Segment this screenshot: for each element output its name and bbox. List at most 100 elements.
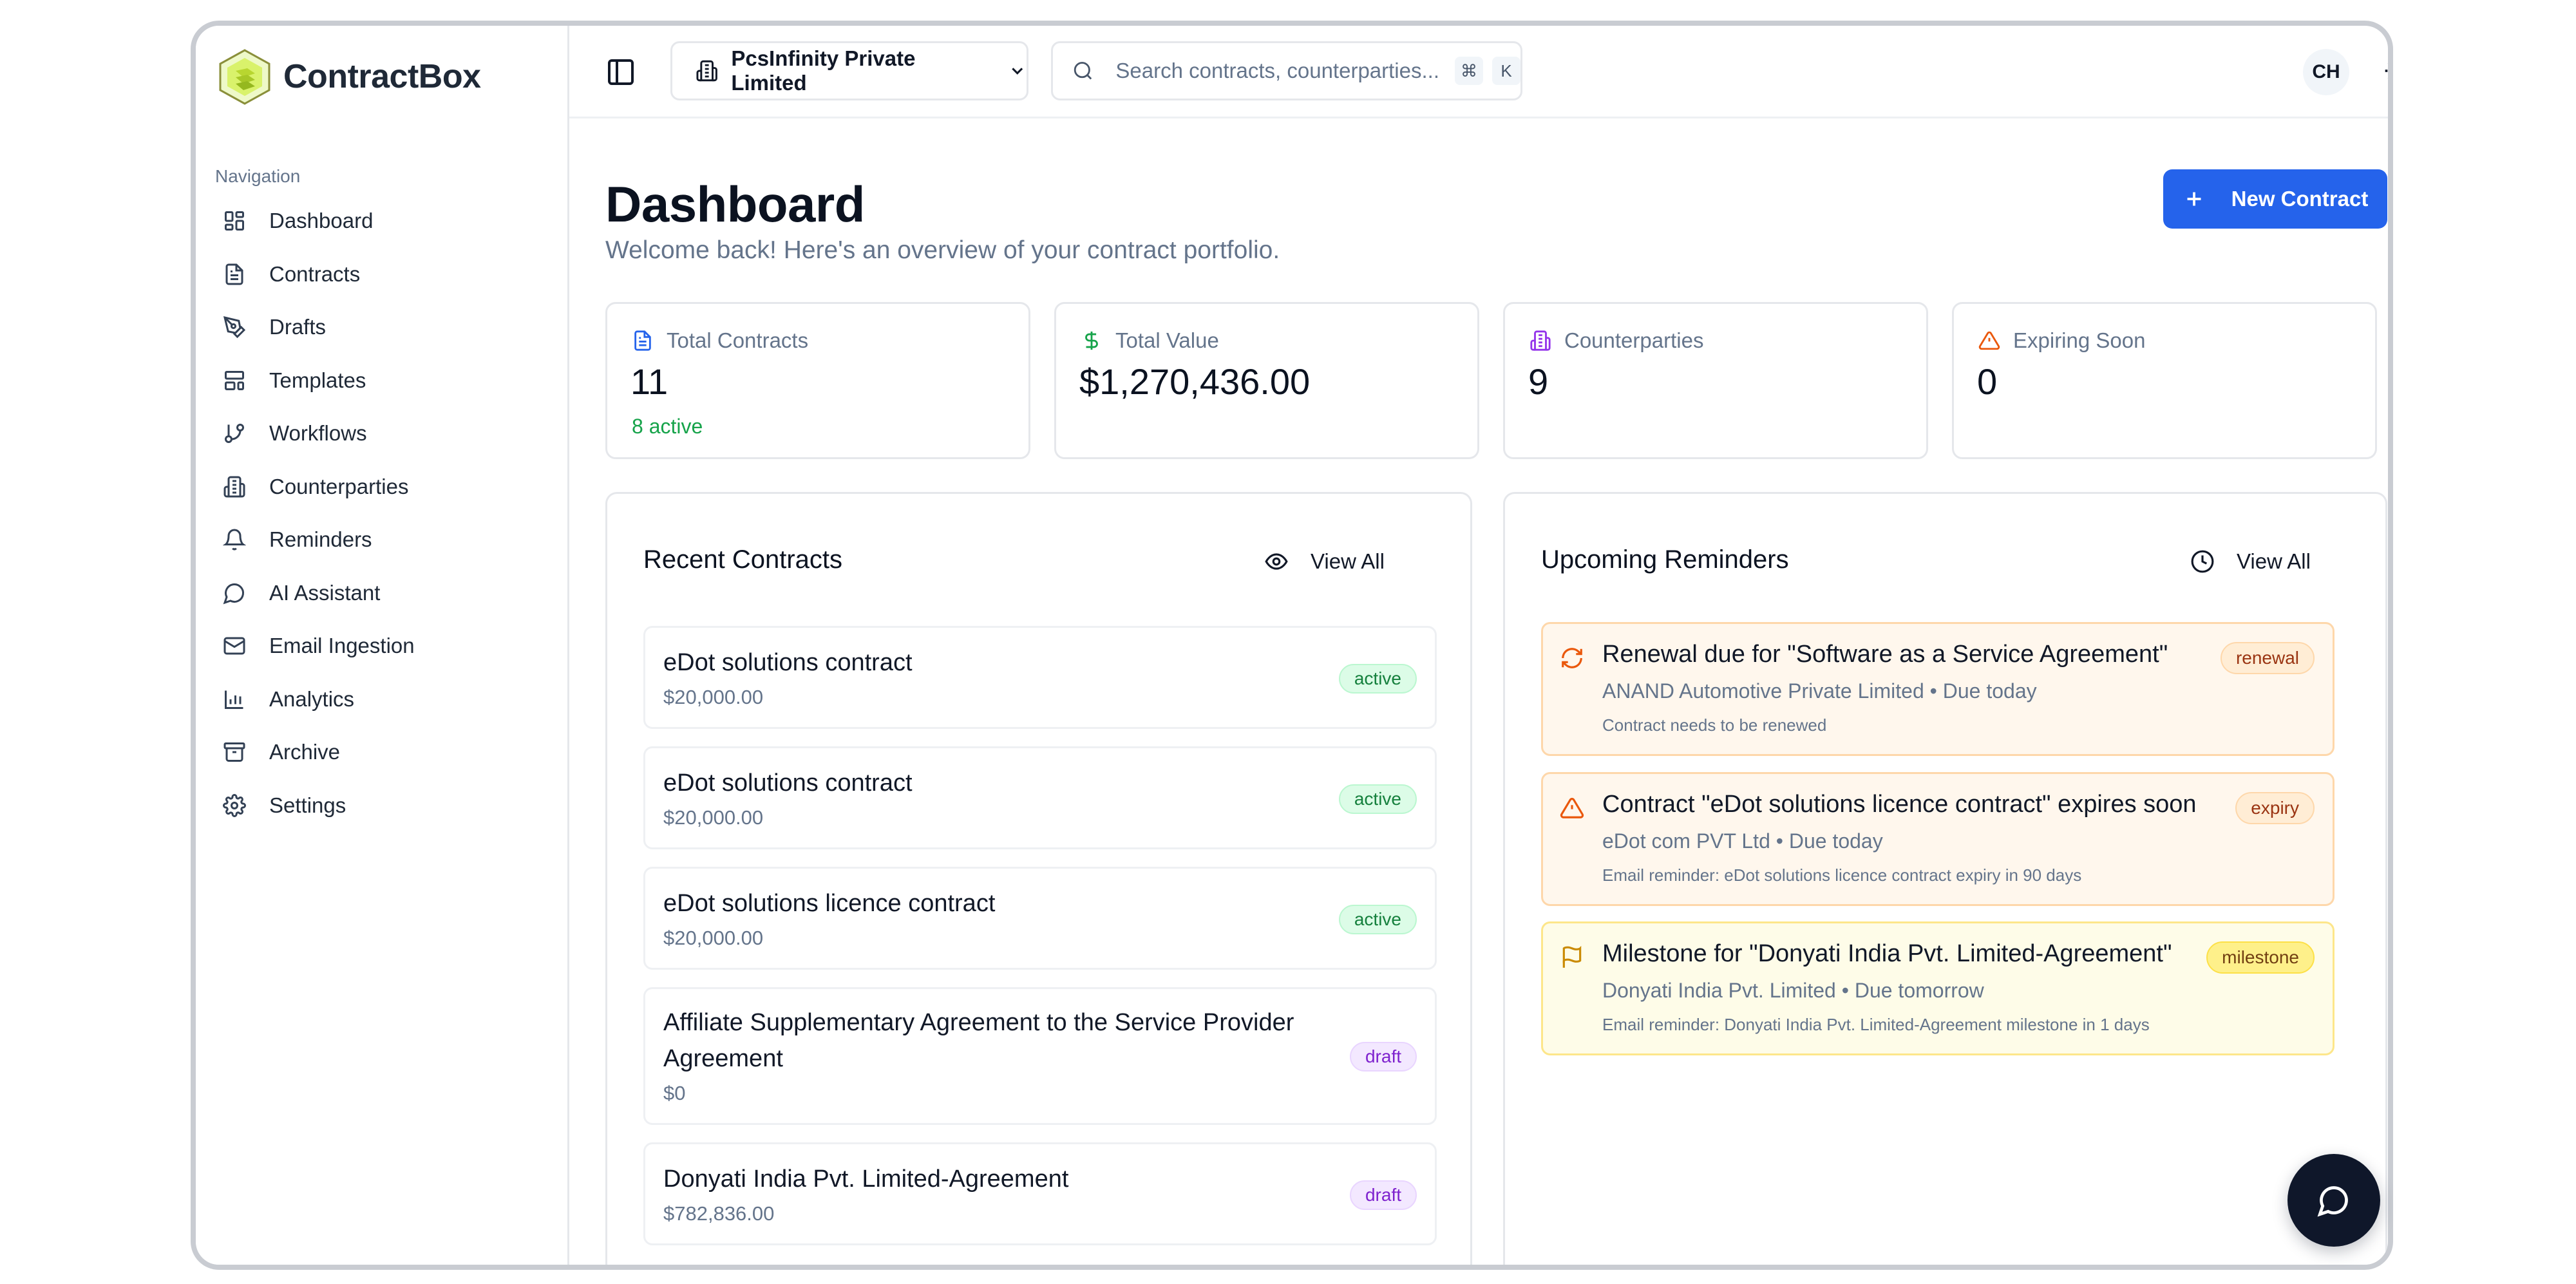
- contract-name: Donyati India Pvt. Limited-Agreement: [663, 1166, 1069, 1193]
- stat-card-counterparties[interactable]: Counterparties 9: [1503, 302, 1928, 459]
- recent-contracts-panel: Recent Contracts View All eDot solutions…: [605, 492, 1472, 1265]
- sidebar-item-archive[interactable]: Archive: [215, 726, 550, 779]
- contract-row[interactable]: Donyati India Pvt. Limited-Agreement $78…: [643, 1142, 1437, 1245]
- sidebar-item-analytics[interactable]: Analytics: [215, 673, 550, 726]
- sidebar-item-label: Archive: [269, 740, 341, 764]
- organization-select[interactable]: PcsInfinity Private Limited: [670, 41, 1028, 100]
- contract-row[interactable]: eDot solutions contract $20,000.00 activ…: [643, 626, 1437, 729]
- sidebar-item-templates[interactable]: Templates: [215, 354, 550, 408]
- view-all-label: View All: [1311, 549, 1385, 573]
- stat-value: $1,270,436.00: [1079, 361, 1311, 402]
- stat-sub: 8 active: [632, 415, 703, 438]
- reminder-item[interactable]: Milestone for "Donyati India Pvt. Limite…: [1541, 921, 2334, 1055]
- contract-name: eDot solutions contract: [663, 769, 913, 797]
- reminder-title: Renewal due for "Software as a Service A…: [1602, 641, 2168, 668]
- sidebar-item-settings[interactable]: Settings: [215, 779, 550, 833]
- sidebar: ContractBox Navigation Dashboard Contrac…: [196, 26, 569, 1265]
- reminder-item[interactable]: Renewal due for "Software as a Service A…: [1541, 622, 2334, 756]
- contract-row[interactable]: eDot solutions licence contract $20,000.…: [643, 867, 1437, 970]
- sidebar-toggle-icon[interactable]: [605, 57, 636, 88]
- stat-label-text: Expiring Soon: [2013, 328, 2146, 352]
- pen-tool-icon: [223, 316, 246, 339]
- bar-chart-icon: [225, 690, 243, 709]
- new-contract-button[interactable]: New Contract: [2163, 169, 2387, 229]
- reminder-meta: Donyati India Pvt. Limited • Due tomorro…: [1602, 979, 1984, 1002]
- message-circle-icon: [2317, 1186, 2348, 1217]
- building-icon: [223, 476, 245, 498]
- layout-grid-icon: [225, 211, 244, 231]
- view-all-contracts-button[interactable]: View All: [1264, 549, 1385, 574]
- sidebar-item-label: Dashboard: [269, 209, 374, 233]
- stat-label-text: Total Value: [1115, 328, 1219, 352]
- reminder-item[interactable]: Contract "eDot solutions licence contrac…: [1541, 772, 2334, 906]
- alert-triangle-icon: [1978, 331, 2000, 350]
- alert-triangle-icon: [1560, 798, 1584, 818]
- reminder-meta: eDot com PVT Ltd • Due today: [1602, 829, 1883, 853]
- sun-icon[interactable]: [2383, 57, 2393, 85]
- reminder-title: Contract "eDot solutions licence contrac…: [1602, 791, 2197, 818]
- layout-template-icon: [225, 370, 244, 390]
- contract-value: $20,000.00: [663, 806, 764, 829]
- view-all-label: View All: [2237, 549, 2311, 573]
- stat-card-total-contracts[interactable]: Total Contracts 11 8 active: [605, 302, 1030, 459]
- shortcut-key: ⌘: [1455, 57, 1483, 85]
- plus-icon: [2187, 192, 2201, 206]
- sidebar-item-label: Drafts: [269, 315, 327, 339]
- sidebar-item-label: Workflows: [269, 421, 367, 446]
- status-badge: active: [1338, 905, 1417, 934]
- sidebar-item-label: Email Ingestion: [269, 634, 415, 658]
- stat-label: Total Contracts: [632, 328, 808, 353]
- contract-name: eDot solutions licence contract: [663, 890, 996, 917]
- upcoming-reminders-panel: Upcoming Reminders View All Renewal due …: [1503, 492, 2387, 1265]
- panel-title: Upcoming Reminders: [1541, 545, 1789, 574]
- sidebar-item-drafts[interactable]: Drafts: [215, 301, 550, 354]
- stat-card-total-value[interactable]: Total Value $1,270,436.00: [1054, 302, 1479, 459]
- status-badge: draft: [1349, 1180, 1417, 1210]
- git-branch-icon: [225, 424, 244, 444]
- user-avatar[interactable]: CH: [2303, 49, 2349, 95]
- sidebar-item-counterparties[interactable]: Counterparties: [215, 460, 550, 514]
- refresh-icon: [1562, 648, 1582, 668]
- dollar-sign-icon: [1085, 331, 1098, 350]
- sidebar-item-label: AI Assistant: [269, 580, 381, 605]
- contract-row[interactable]: Affiliate Supplementary Agreement to the…: [643, 987, 1437, 1125]
- stat-label: Total Value: [1081, 328, 1219, 353]
- stat-value: 0: [1977, 361, 1998, 402]
- building-icon: [1530, 330, 1551, 351]
- sidebar-item-ai-assistant[interactable]: AI Assistant: [215, 567, 550, 620]
- page-subtitle: Welcome back! Here's an overview of your…: [605, 236, 1280, 264]
- page-title: Dashboard: [605, 176, 865, 232]
- mail-icon: [223, 637, 245, 655]
- stat-card-expiring-soon[interactable]: Expiring Soon 0: [1952, 302, 2377, 459]
- sidebar-item-workflows[interactable]: Workflows: [215, 407, 550, 460]
- status-badge: active: [1338, 784, 1417, 814]
- message-circle-icon: [223, 583, 245, 605]
- sidebar-item-contracts[interactable]: Contracts: [215, 248, 550, 301]
- view-all-reminders-button[interactable]: View All: [2190, 549, 2311, 574]
- sidebar-item-label: Settings: [269, 793, 346, 817]
- sidebar-item-reminders[interactable]: Reminders: [215, 513, 550, 567]
- reminder-meta: ANAND Automotive Private Limited • Due t…: [1602, 679, 2037, 703]
- shortcut-key: K: [1492, 57, 1520, 85]
- contract-name: eDot solutions contract: [663, 649, 913, 676]
- sidebar-nav: Dashboard Contracts Drafts Templates Wor…: [215, 194, 550, 832]
- reminder-type-badge: renewal: [2220, 642, 2315, 674]
- chat-assistant-button[interactable]: [2287, 1154, 2380, 1247]
- chevron-down-icon: [1011, 68, 1023, 75]
- contractbox-logo-icon: [219, 49, 270, 105]
- sidebar-item-dashboard[interactable]: Dashboard: [215, 194, 550, 248]
- organization-name: PcsInfinity Private Limited: [731, 46, 916, 95]
- building-icon: [696, 60, 717, 82]
- brand[interactable]: ContractBox: [218, 48, 481, 106]
- contract-value: $20,000.00: [663, 927, 764, 949]
- topbar: PcsInfinity Private Limited Search contr…: [569, 26, 2388, 118]
- nav-heading: Navigation: [215, 166, 301, 186]
- main-content: Dashboard Welcome back! Here's an overvi…: [569, 118, 2388, 1265]
- sidebar-item-email-ingestion[interactable]: Email Ingestion: [215, 619, 550, 673]
- stat-label-text: Counterparties: [1564, 328, 1704, 352]
- sidebar-item-label: Analytics: [269, 686, 355, 711]
- contract-row[interactable]: eDot solutions contract $20,000.00 activ…: [643, 746, 1437, 849]
- panel-title: Recent Contracts: [643, 545, 843, 574]
- reminder-note: Email reminder: eDot solutions licence c…: [1602, 865, 2082, 885]
- search-input[interactable]: Search contracts, counterparties... ⌘ K: [1051, 41, 1522, 100]
